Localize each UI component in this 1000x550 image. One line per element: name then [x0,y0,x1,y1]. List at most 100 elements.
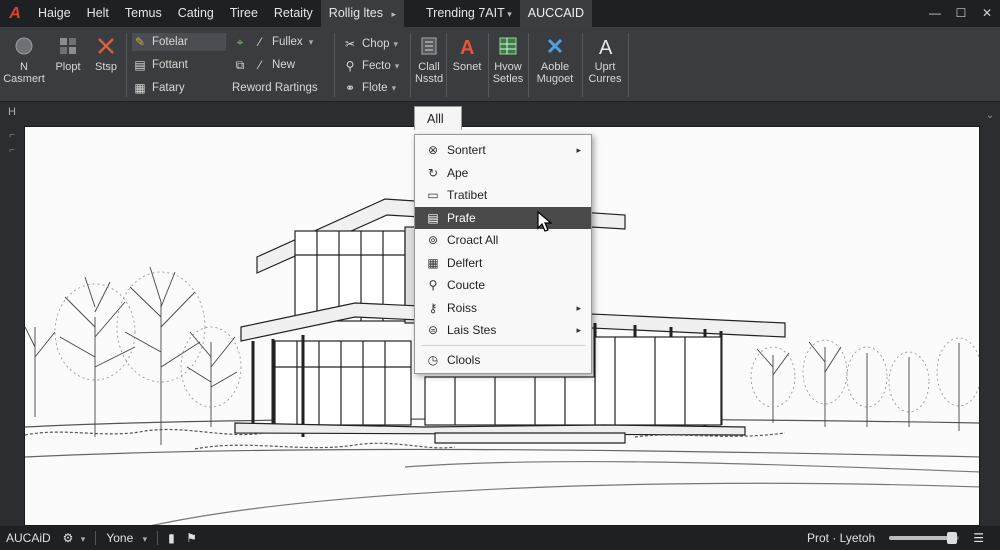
ribbon-item-label: Fottant [152,59,188,71]
calendar-icon: ▦ [427,255,439,270]
status-mode[interactable]: Yone ▾ [100,526,153,550]
app-logo-icon[interactable]: A [0,0,30,27]
ribbon-item-new[interactable]: ⧉ ⁄ New [232,56,295,74]
status-right-label: Prot · Lyetoh [806,531,876,545]
menu-item-4[interactable]: Cating [170,0,222,27]
context-menu-item-sontert[interactable]: ⊗ Sontert ▸ [415,139,591,162]
ribbon-button-clall-nsstd[interactable]: Clall Nsstd [414,35,444,85]
left-toolbar: ⌐ ⌐ [0,126,24,526]
menu-item-1[interactable]: Haige [30,0,79,27]
ribbon-item-fottant[interactable]: ▤ Fottant [132,56,188,74]
ribbon-item-label: New [272,59,296,71]
gear-icon: ⚙ [62,531,74,545]
ribbon-button-stsp[interactable]: Stsp [88,35,124,73]
ribbon-item-label: Reword Rartings [232,82,318,94]
ribbon-item-fotelar[interactable]: ✎ Fotelar [132,33,226,51]
chevron-down-icon: ▾ [80,534,86,544]
layers-icon: ▤ [134,58,146,72]
circle-icon [13,35,35,57]
ribbon-button-uprt-curres[interactable]: A Uprt Curres [586,35,624,85]
ribbon-button-label: Sonet [452,61,482,73]
close-icon[interactable]: ✕ [974,0,1000,27]
pen-icon: ⁄ [258,35,261,49]
status-settings[interactable]: ⚙ ▾ [57,526,92,550]
ribbon-button-label: N Casmert [3,61,45,85]
menu-item-5[interactable]: Tiree [222,0,266,27]
context-menu-item-label: Prafe [447,210,476,225]
wand-icon: ⚲ [345,59,355,73]
svg-text:A: A [460,37,474,57]
chevron-down-icon: ▾ [142,534,148,544]
ribbon-button-label: Hvow Setles [492,61,524,85]
pen-icon: ⁄ [258,58,261,72]
context-menu-item-label: Coucte [447,278,486,292]
ribbon-item-reword-rartings[interactable]: Reword Rartings [232,79,318,97]
ribbon-button-casmert[interactable]: N Casmert [2,35,46,85]
status-layout[interactable]: ▮ ⚑ [162,526,203,550]
menu-item-7[interactable]: Rollig ltes [320,0,405,27]
ribbon-item-chop[interactable]: ✂ Chop ▾ [342,35,398,53]
context-menu-item-delfert[interactable]: ▦ Delfert [415,252,591,275]
tool-icon[interactable]: ⌐ [0,130,24,141]
refresh-icon: ↻ [427,165,439,180]
clock-icon: ◷ [427,352,439,367]
ribbon-item-fatary[interactable]: ▦ Fatary [132,79,185,97]
svg-text:A: A [599,37,613,57]
context-menu-item-lais-stes[interactable]: ⊜ Lais Stes ▸ [415,319,591,342]
ribbon-button-hvow-setles[interactable]: Hvow Setles [490,35,526,85]
nav-icon[interactable]: ⌄ [980,110,1000,121]
ribbon-item-fullex[interactable]: ⌖ ⁄ Fullex ▾ [232,33,314,51]
context-menu-item-label: Tratibet [447,188,488,202]
context-menu-item-ape[interactable]: ↻ Ape [415,162,591,185]
submenu-arrow-icon: ▸ [576,302,581,313]
panel-toggle-icon[interactable]: H [8,106,16,118]
menu-item-2[interactable]: Helt [79,0,117,27]
context-menu-item-tratibet[interactable]: ▭ Tratibet [415,184,591,207]
ribbon-item-flote[interactable]: ⚭ Flote ▾ [342,79,396,97]
ribbon-item-fecto[interactable]: ⚲ Fecto ▾ [342,57,400,75]
ribbon-item-label: Fatary [152,82,185,94]
status-divider [157,531,159,545]
context-menu-item-roiss[interactable]: ⚷ Roiss ▸ [415,297,591,320]
right-toolbar: ⌄ [980,102,1000,526]
layout-icon: ▮ [168,531,175,545]
tool-icon: ⌖ [236,34,244,49]
minimize-icon[interactable]: — [922,0,948,27]
menu-item-9[interactable]: AUCCAID [519,0,593,27]
context-menu-item-clools[interactable]: ◷ Clools [415,349,591,372]
context-menu: ⊗ Sontert ▸ ↻ Ape ▭ Tratibet ▤ Prafe ⊚ C… [414,134,592,374]
menu-icon[interactable]: ☰ [967,526,990,550]
menu-item-6[interactable]: Retaity [266,0,321,27]
sheet-icon [497,35,519,57]
printer-icon: ▤ [427,210,439,225]
ribbon-divider [528,33,529,97]
menu-item-3[interactable]: Temus [117,0,170,27]
ribbon-button-aoble-mugoet[interactable]: Aoble Mugoet [532,35,578,85]
ribbon-button-sonet[interactable]: A Sonet [450,35,484,73]
ribbon-button-label: Stsp [94,61,117,73]
ribbon-button-label: Aoble Mugoet [536,61,574,85]
ribbon-button-plopt[interactable]: Plopt [48,35,88,73]
status-app-label[interactable]: AUCAiD [0,526,57,550]
zoom-slider-handle[interactable] [947,532,958,544]
context-menu-item-label: Lais Stes [447,323,497,337]
ribbon-item-label: Fotelar [152,36,188,48]
context-menu-divider [421,344,585,346]
maximize-icon[interactable]: ☐ [948,0,974,27]
ribbon-divider [488,33,489,97]
context-menu-item-coucte[interactable]: ⚲ Coucte [415,274,591,297]
mouse-cursor-icon [537,211,553,232]
layers-icon: ⊜ [427,323,439,337]
context-menu-item-label: Clools [447,352,481,367]
menu-item-8[interactable]: Trending 7AIT [418,0,520,27]
zoom-slider[interactable] [889,532,960,544]
context-menu-tab[interactable]: Alll [414,106,462,130]
title-bar: A Haige Helt Temus Cating Tiree Retaity … [0,0,1000,27]
ribbon-item-label: Flote [362,82,388,94]
context-menu-item-croact-all[interactable]: ⊚ Croact All [415,229,591,252]
list-icon [418,35,440,57]
letter-A-icon: A [594,35,616,59]
context-menu-item-prafe[interactable]: ▤ Prafe [415,206,591,229]
tool-icon[interactable]: ⌐ [0,145,24,156]
ribbon-item-label: Fecto [362,60,391,72]
